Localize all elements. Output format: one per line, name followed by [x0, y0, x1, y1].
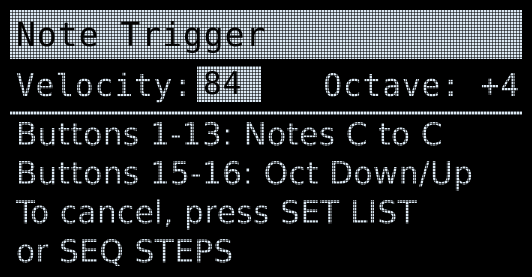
instruction-line-4: or SEQ STEPS: [16, 234, 234, 270]
velocity-label: Velocity:: [16, 68, 193, 104]
instruction-line-2: Buttons 15-16: Oct Down/Up: [16, 156, 474, 192]
velocity-value-field[interactable]: 84: [196, 66, 261, 102]
divider: [10, 111, 522, 115]
velocity-parameter[interactable]: Velocity: 84: [16, 66, 261, 106]
instruction-line-1: Buttons 1-13: Notes C to C: [16, 117, 444, 153]
octave-label: Octave:: [323, 68, 461, 104]
page-title: Note Trigger: [16, 15, 267, 54]
instruction-line-3: To cancel, press SET LIST: [16, 195, 418, 231]
lcd-display: Note Trigger Velocity: 84 Octave: +4 Butt…: [0, 0, 532, 277]
octave-value: +4: [480, 68, 520, 104]
octave-parameter[interactable]: Octave: +4: [323, 66, 520, 106]
